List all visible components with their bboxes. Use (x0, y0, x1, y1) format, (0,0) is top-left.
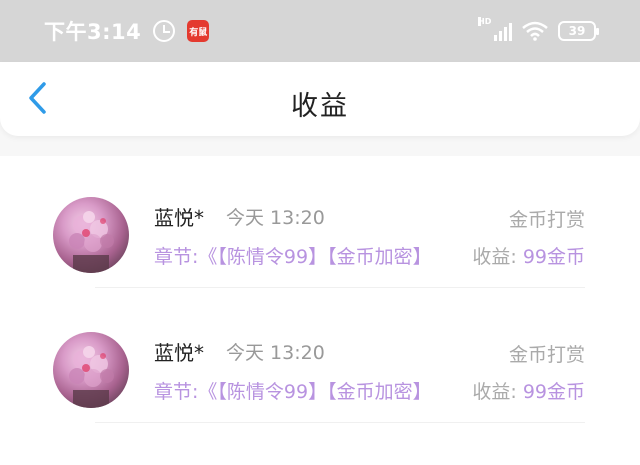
battery-icon: 39 (558, 21, 599, 41)
wifi-icon (522, 21, 548, 41)
alarm-clock-icon (153, 20, 176, 42)
divider (95, 287, 585, 288)
income-label: 收益: (472, 381, 517, 403)
list-item[interactable]: 蓝悦* 今天 13:20 金币打赏 章节:《【陈情令99】【金币加密】 收益: … (0, 156, 640, 288)
status-time: 下午3:14 (44, 20, 142, 44)
income-list: 蓝悦* 今天 13:20 金币打赏 章节:《【陈情令99】【金币加密】 收益: … (0, 156, 640, 465)
income-label: 收益: (472, 246, 517, 268)
user-name: 蓝悦* (154, 206, 204, 230)
page-title: 收益 (291, 91, 349, 122)
network-label: HD (478, 17, 492, 26)
avatar (53, 197, 129, 273)
user-name: 蓝悦* (154, 341, 204, 365)
item-time: 今天 13:20 (226, 342, 325, 364)
status-bar: 下午3:14 有鼠 HD 39 (0, 0, 640, 62)
nav-header: 收益 (0, 62, 640, 136)
avatar (53, 332, 129, 408)
list-item[interactable]: 蓝悦* 今天 13:20 金币打赏 章节:《【陈情令99】【金币加密】 收益: … (0, 291, 640, 423)
reward-type: 金币打赏 (508, 209, 585, 231)
status-indicators: HD 39 (478, 17, 599, 41)
income: 收益: 99金币 (472, 377, 585, 404)
item-time: 今天 13:20 (226, 207, 325, 229)
income: 收益: 99金币 (472, 242, 585, 269)
chapter-text: 章节:《【陈情令99】【金币加密】 (154, 246, 432, 268)
income-value: 99金币 (522, 246, 585, 268)
chapter-text: 章节:《【陈情令99】【金币加密】 (154, 381, 432, 403)
reward-type: 金币打赏 (508, 344, 585, 366)
cellular-signal-icon: HD (478, 17, 512, 41)
income-value: 99金币 (522, 381, 585, 403)
app-notification-icon: 有鼠 (187, 20, 210, 42)
divider (95, 422, 585, 423)
